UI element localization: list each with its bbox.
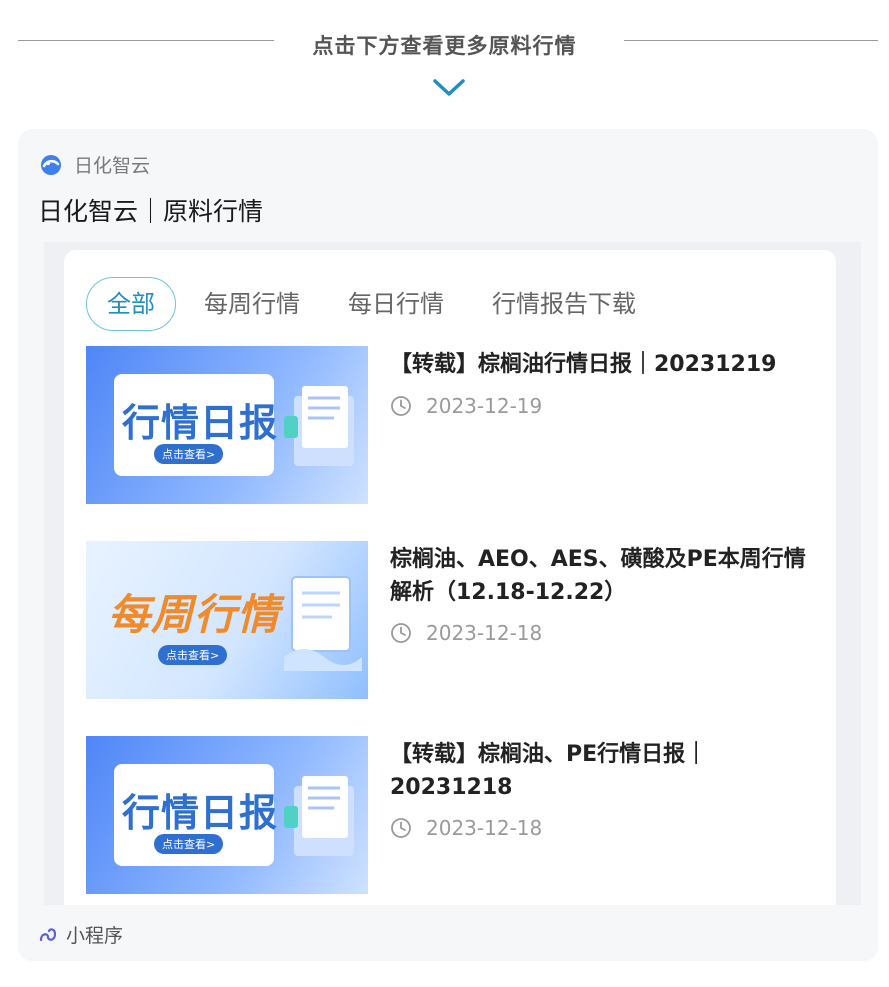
clock-icon (391, 818, 411, 838)
list-item[interactable]: 行情日报 点击查看> 【转载】棕榈油、PE行情日报｜20231218 2023-… (86, 736, 806, 896)
list-item[interactable]: 每周行情 点击查看> 棕榈油、AEO、AES、磺酸及PE本周行情解析（12.18… (86, 541, 806, 701)
list-item[interactable]: 行情日报 点击查看> 【转载】棕榈油行情日报｜20231219 2023-12-… (86, 346, 806, 506)
item-title[interactable]: 【转载】棕榈油、PE行情日报｜20231218 (390, 738, 810, 804)
item-date-row: 2023-12-18 (390, 816, 542, 840)
mini-program-card[interactable]: 日化智云 日化智云｜原料行情 全部 每周行情 每日行情 行情报告下载 行情日报 … (18, 129, 878, 961)
mini-program-footer[interactable]: 小程序 (38, 921, 123, 948)
preview-panel: 全部 每周行情 每日行情 行情报告下载 行情日报 点击查看> 【转载】棕榈油行情… (64, 250, 836, 905)
item-date: 2023-12-18 (426, 621, 543, 645)
clock-icon (391, 623, 411, 643)
tab-daily[interactable]: 每日行情 (348, 278, 444, 330)
header-title: 点击下方查看更多原料行情 (312, 34, 577, 58)
tab-report-download[interactable]: 行情报告下载 (492, 278, 636, 330)
tab-all[interactable]: 全部 (86, 277, 176, 331)
card-title: 日化智云｜原料行情 (38, 197, 264, 226)
item-thumbnail: 行情日报 点击查看> (86, 346, 368, 504)
app-header: 日化智云 (40, 151, 150, 178)
tab-weekly[interactable]: 每周行情 (204, 278, 300, 330)
thumb-text: 每周行情 (108, 590, 281, 639)
thumb-button: 点击查看> (154, 444, 224, 464)
app-name: 日化智云 (74, 155, 151, 177)
clock-icon (391, 396, 411, 416)
item-thumbnail: 行情日报 点击查看> (86, 736, 368, 894)
item-date-row: 2023-12-19 (390, 394, 542, 418)
item-date-row: 2023-12-18 (390, 621, 542, 645)
header-divider-right (624, 40, 878, 41)
mini-program-label: 小程序 (66, 925, 124, 947)
thumb-text: 行情日报 (122, 401, 279, 445)
thumb-button: 点击查看> (154, 834, 224, 854)
thumb-text: 行情日报 (122, 791, 279, 835)
mini-program-link-icon (39, 927, 57, 941)
document-icon (284, 576, 362, 671)
item-thumbnail: 每周行情 点击查看> (86, 541, 368, 699)
item-date: 2023-12-18 (426, 816, 543, 840)
app-logo-icon (41, 154, 61, 175)
document-stack-icon (284, 776, 354, 856)
document-stack-icon (284, 386, 354, 466)
item-date: 2023-12-19 (426, 394, 543, 418)
thumb-button: 点击查看> (158, 645, 228, 665)
tab-bar: 全部 每周行情 每日行情 行情报告下载 (86, 277, 684, 331)
mini-program-preview[interactable]: 全部 每周行情 每日行情 行情报告下载 行情日报 点击查看> 【转载】棕榈油行情… (44, 242, 861, 905)
item-title[interactable]: 【转载】棕榈油行情日报｜20231219 (390, 348, 810, 381)
chevron-down-icon[interactable] (432, 78, 466, 98)
item-title[interactable]: 棕榈油、AEO、AES、磺酸及PE本周行情解析（12.18-12.22） (390, 543, 810, 609)
